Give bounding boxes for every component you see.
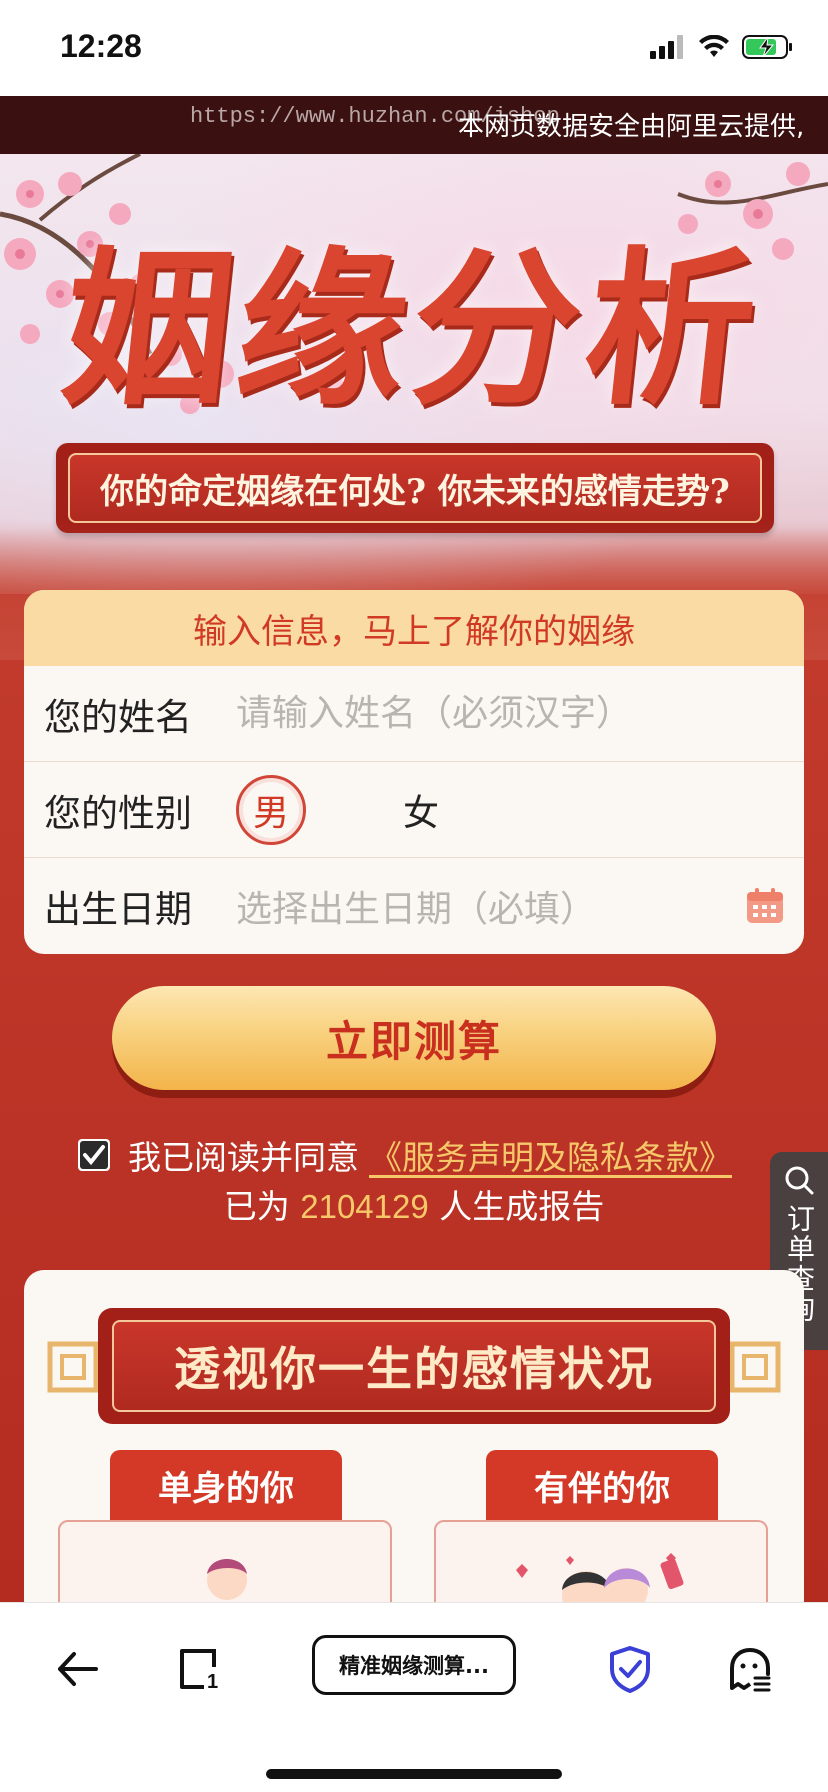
back-button[interactable]: [46, 1637, 110, 1701]
agreement-checkbox[interactable]: [78, 1139, 110, 1171]
report-count-number: 2104129: [300, 1188, 429, 1225]
hero-subtitle-frame: 你的命定姻缘在何处? 你未来的感情走势?: [68, 453, 762, 523]
hero-subtitle: 你的命定姻缘在何处? 你未来的感情走势?: [100, 471, 730, 512]
gender-label: 您的性别: [44, 791, 192, 835]
section-banner-frame: 透视你一生的感情状况: [112, 1320, 716, 1412]
checkmark-icon: [80, 1141, 108, 1169]
form-header: 输入信息，马上了解你的姻缘: [24, 590, 804, 666]
back-arrow-icon: [58, 1652, 98, 1686]
calculate-button[interactable]: 立即测算: [112, 986, 716, 1090]
svg-text:1: 1: [207, 1671, 218, 1691]
tab-single[interactable]: 单身的你: [110, 1450, 342, 1520]
url-banner: https://www.huzhan.com/ishop 本网页数据安全由阿里云…: [0, 96, 828, 154]
tab-partnered[interactable]: 有伴的你: [486, 1450, 718, 1520]
section-title: 透视你一生的感情状况: [174, 1342, 654, 1396]
battery-charging-icon: [742, 35, 792, 59]
report-count-prefix: 已为: [223, 1187, 290, 1226]
wifi-icon: [699, 35, 729, 57]
name-label: 您的姓名: [44, 695, 192, 739]
shield-check-icon: [610, 1646, 650, 1693]
status-time: 12:28: [60, 28, 142, 64]
calendar-icon[interactable]: [746, 888, 784, 924]
birthdate-label: 出生日期: [44, 888, 192, 931]
search-icon: [785, 1166, 814, 1195]
tabs-icon: 1: [180, 1649, 218, 1691]
info-form: 输入信息，马上了解你的姻缘 您的姓名 您的性别 男 女 出生日期 选择出生日期（…: [24, 590, 804, 954]
name-row: 您的姓名: [24, 666, 804, 762]
security-shield-button[interactable]: [598, 1637, 662, 1701]
gender-female-option[interactable]: 女: [386, 775, 456, 845]
name-input[interactable]: [236, 693, 804, 734]
love-overview-section: 透视你一生的感情状况 单身的你 有伴的你: [24, 1270, 804, 1640]
report-count-suffix: 人生成报告: [439, 1187, 605, 1226]
gender-row: 您的性别 男 女: [24, 762, 804, 858]
tabs-button[interactable]: 1: [166, 1637, 230, 1701]
ghost-menu-button[interactable]: [718, 1637, 782, 1701]
hero-title: 姻缘分析: [54, 230, 771, 428]
status-bar: 12:28: [0, 0, 828, 96]
gender-male-option[interactable]: 男: [236, 774, 306, 845]
privacy-terms-link[interactable]: 《服务声明及隐私条款》: [369, 1131, 732, 1179]
home-indicator: [266, 1769, 562, 1779]
page-title-button[interactable]: 精准姻缘测算...: [312, 1635, 516, 1695]
report-count: 已为 2104129 人生成报告: [0, 1180, 828, 1228]
birthdate-picker[interactable]: 选择出生日期（必填）: [236, 880, 804, 932]
agreement-text: 我已阅读并同意: [128, 1138, 359, 1177]
browser-toolbar: 1 精准姻缘测算...: [0, 1602, 828, 1792]
ghost-menu-icon: [730, 1647, 771, 1692]
agreement-row: 我已阅读并同意 《服务声明及隐私条款》: [78, 1132, 732, 1178]
status-icons: [650, 34, 794, 60]
security-notice: 本网页数据安全由阿里云提供,: [458, 112, 805, 142]
section-banner: 透视你一生的感情状况: [98, 1308, 730, 1424]
signal-icon: [650, 35, 683, 59]
birthdate-row[interactable]: 出生日期 选择出生日期（必填）: [24, 858, 804, 954]
